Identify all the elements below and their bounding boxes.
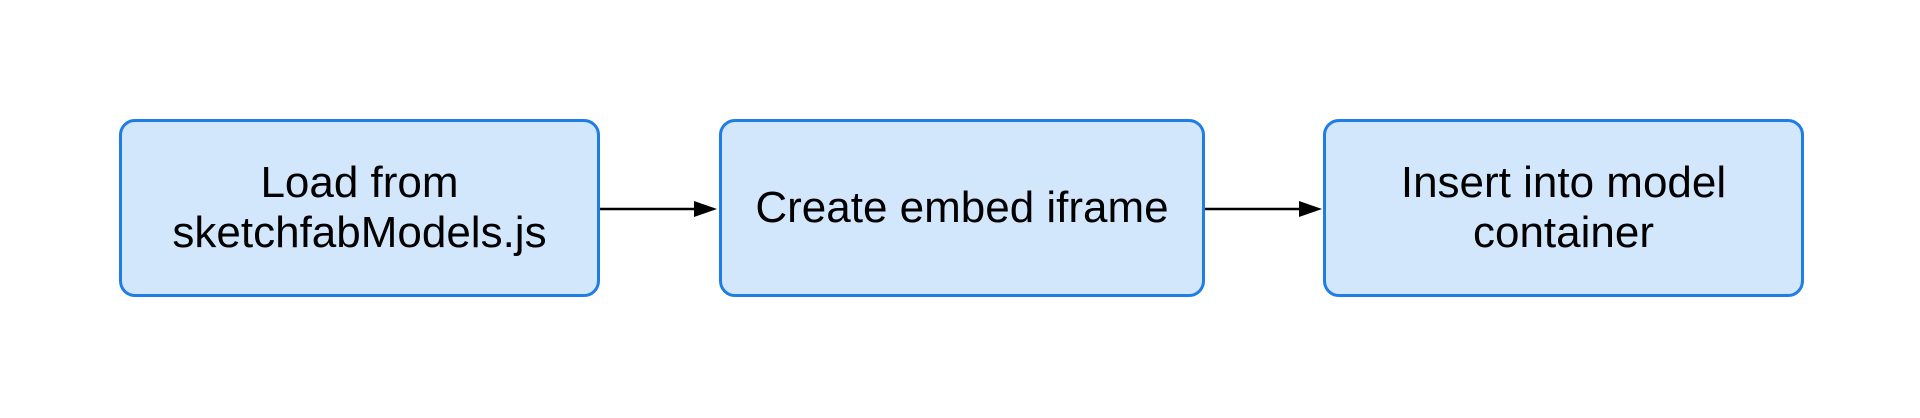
node-label-line: Create embed iframe (755, 183, 1169, 232)
node-load-from-sketchfab-models: Load from sketchfabModels.js (119, 119, 600, 297)
edge-load-to-create (600, 201, 717, 217)
node-label-line: Load from (260, 158, 459, 207)
node-label-line: container (1472, 208, 1654, 257)
arrowhead-icon (694, 201, 717, 217)
node-insert-into-model-container: Insert into model container (1323, 119, 1804, 297)
node-label-line: sketchfabModels.js (172, 208, 547, 257)
node-label-line: Insert into model (1400, 158, 1727, 207)
arrowhead-icon (1299, 201, 1322, 217)
edge-create-to-insert (1205, 201, 1322, 217)
node-create-embed-iframe: Create embed iframe (719, 119, 1205, 297)
flowchart-canvas: Load from sketchfabModels.js Create embe… (0, 0, 1920, 418)
